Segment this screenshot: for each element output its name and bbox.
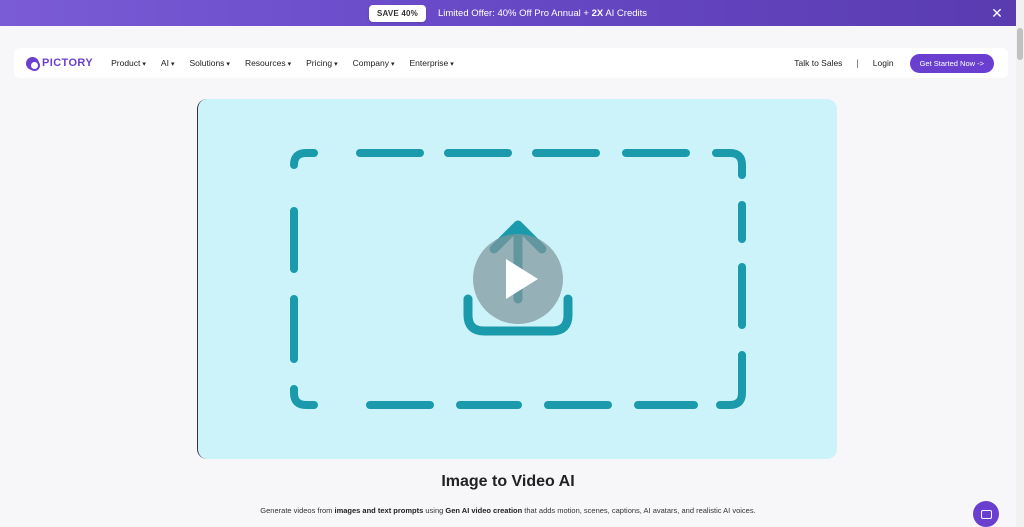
chevron-down-icon: ▾ — [142, 61, 146, 68]
hero-video[interactable] — [197, 99, 837, 459]
nav-item-enterprise[interactable]: Enterprise ▾ — [410, 58, 454, 68]
nav-separator: | — [856, 58, 859, 68]
chevron-down-icon: ▾ — [287, 61, 292, 68]
desc-text: Generate videos from — [260, 506, 335, 515]
nav-item-product[interactable]: Product ▾ — [111, 58, 146, 68]
desc-text: that adds motion, scenes, captions, AI a… — [522, 506, 756, 515]
nav-item-resources[interactable]: Resources ▾ — [245, 58, 291, 68]
nav-right: Talk to Sales | Login Get Started Now -> — [794, 53, 1008, 73]
chevron-down-icon: ▾ — [226, 61, 230, 68]
login-link[interactable]: Login — [873, 58, 894, 68]
nav-item-label: Resources — [244, 58, 286, 68]
page-title: Image to Video AI — [441, 473, 575, 490]
nav-links: Product ▾ AI ▾ Solutions ▾ Resources ▾ Prici… — [111, 58, 469, 68]
nav-item-company[interactable]: Company ▾ — [353, 58, 395, 68]
navbar: PICTORY Product ▾ AI ▾ Solutions ▾ Resource… — [14, 48, 1008, 78]
scrollbar-thumb[interactable] — [1017, 28, 1023, 60]
chat-icon — [980, 509, 992, 519]
nav-item-ai[interactable]: AI ▾ — [161, 58, 175, 68]
get-started-button[interactable]: Get Started Now -> — [909, 53, 994, 73]
play-triangle — [506, 259, 538, 299]
page-description: Generate videos from images and text pro… — [0, 506, 1016, 515]
play-icon[interactable] — [473, 234, 563, 324]
dash-corner-top-right — [712, 149, 746, 179]
chevron-down-icon: ▾ — [450, 61, 454, 68]
dash-corner-bottom-right — [716, 351, 746, 409]
save-badge[interactable]: SAVE 40% — [368, 4, 426, 22]
logo-text: PICTORY — [42, 57, 94, 69]
close-icon[interactable]: ✕ — [988, 4, 1006, 22]
nav-item-pricing[interactable]: Pricing ▾ — [306, 58, 338, 68]
promo-text-bold: 2X — [591, 7, 604, 19]
chevron-down-icon: ▾ — [170, 61, 175, 68]
scrollbar[interactable] — [1016, 0, 1024, 527]
octopus-logo-icon — [26, 56, 40, 71]
desc-bold: images and text prompts — [334, 506, 424, 515]
nav-item-label: Solutions — [189, 58, 225, 68]
chevron-down-icon: ▾ — [390, 61, 395, 68]
talk-to-sales-link[interactable]: Talk to Sales — [794, 58, 842, 68]
desc-text: using — [423, 506, 446, 515]
promo-banner: SAVE 40% Limited Offer: 40% Off Pro Annu… — [0, 0, 1016, 26]
nav-item-label: Company — [352, 58, 389, 68]
dash-corner-top-left — [290, 149, 318, 169]
chat-button[interactable] — [973, 501, 999, 527]
desc-bold: Gen AI video creation — [445, 506, 523, 515]
promo-text-start: Limited Offer: 40% Off Pro Annual + — [437, 7, 592, 19]
nav-item-label: Enterprise — [409, 58, 449, 68]
promo-text-end: AI Credits — [603, 7, 648, 19]
nav-item-label: Pricing — [306, 58, 333, 68]
dash-corner-bottom-left — [290, 385, 318, 409]
chevron-down-icon: ▾ — [334, 61, 338, 68]
nav-item-label: AI — [160, 58, 169, 68]
nav-item-solutions[interactable]: Solutions ▾ — [189, 58, 229, 68]
nav-item-label: Product — [111, 58, 141, 68]
promo-text: Limited Offer: 40% Off Pro Annual + 2X A… — [438, 8, 647, 19]
logo[interactable]: PICTORY — [26, 56, 94, 71]
